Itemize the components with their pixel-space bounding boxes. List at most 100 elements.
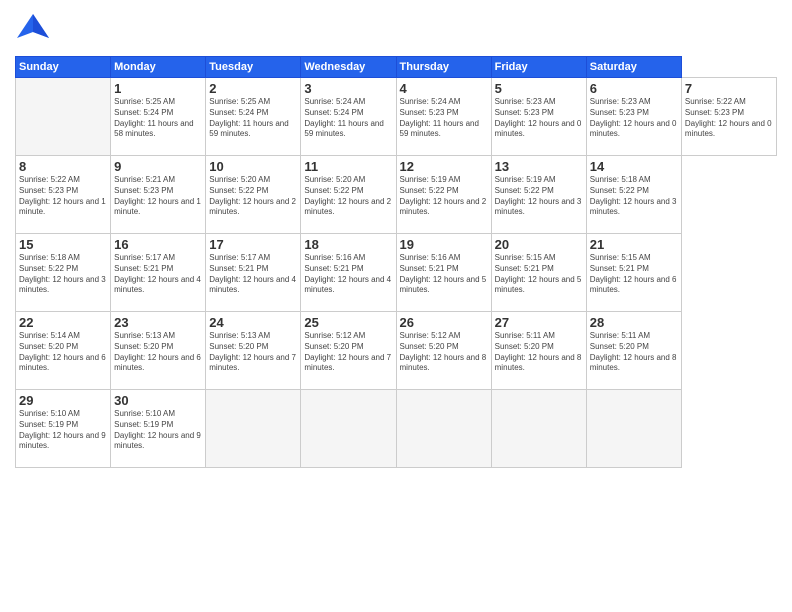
day-cell: 18Sunrise: 5:16 AMSunset: 5:21 PMDayligh… — [301, 234, 396, 312]
week-row-4: 22Sunrise: 5:14 AMSunset: 5:20 PMDayligh… — [16, 312, 777, 390]
day-cell — [301, 390, 396, 468]
day-number: 3 — [304, 81, 392, 96]
day-info: Sunrise: 5:22 AMSunset: 5:23 PMDaylight:… — [19, 175, 107, 218]
day-info: Sunrise: 5:25 AMSunset: 5:24 PMDaylight:… — [209, 97, 297, 140]
day-info: Sunrise: 5:13 AMSunset: 5:20 PMDaylight:… — [209, 331, 297, 374]
day-number: 23 — [114, 315, 202, 330]
day-cell: 10Sunrise: 5:20 AMSunset: 5:22 PMDayligh… — [206, 156, 301, 234]
day-cell: 21Sunrise: 5:15 AMSunset: 5:21 PMDayligh… — [586, 234, 681, 312]
day-number: 1 — [114, 81, 202, 96]
day-cell: 30Sunrise: 5:10 AMSunset: 5:19 PMDayligh… — [111, 390, 206, 468]
day-cell: 13Sunrise: 5:19 AMSunset: 5:22 PMDayligh… — [491, 156, 586, 234]
day-cell: 16Sunrise: 5:17 AMSunset: 5:21 PMDayligh… — [111, 234, 206, 312]
week-row-3: 15Sunrise: 5:18 AMSunset: 5:22 PMDayligh… — [16, 234, 777, 312]
day-cell — [206, 390, 301, 468]
logo-icon — [15, 10, 51, 50]
day-info: Sunrise: 5:11 AMSunset: 5:20 PMDaylight:… — [495, 331, 583, 374]
day-cell: 20Sunrise: 5:15 AMSunset: 5:21 PMDayligh… — [491, 234, 586, 312]
day-info: Sunrise: 5:15 AMSunset: 5:21 PMDaylight:… — [590, 253, 678, 296]
day-number: 13 — [495, 159, 583, 174]
day-cell: 28Sunrise: 5:11 AMSunset: 5:20 PMDayligh… — [586, 312, 681, 390]
column-header-monday: Monday — [111, 57, 206, 78]
day-cell: 26Sunrise: 5:12 AMSunset: 5:20 PMDayligh… — [396, 312, 491, 390]
day-cell: 19Sunrise: 5:16 AMSunset: 5:21 PMDayligh… — [396, 234, 491, 312]
day-cell: 22Sunrise: 5:14 AMSunset: 5:20 PMDayligh… — [16, 312, 111, 390]
day-info: Sunrise: 5:22 AMSunset: 5:23 PMDaylight:… — [685, 97, 773, 140]
day-cell — [586, 390, 681, 468]
day-cell: 12Sunrise: 5:19 AMSunset: 5:22 PMDayligh… — [396, 156, 491, 234]
calendar-table: SundayMondayTuesdayWednesdayThursdayFrid… — [15, 56, 777, 468]
day-info: Sunrise: 5:11 AMSunset: 5:20 PMDaylight:… — [590, 331, 678, 374]
day-info: Sunrise: 5:18 AMSunset: 5:22 PMDaylight:… — [19, 253, 107, 296]
day-info: Sunrise: 5:12 AMSunset: 5:20 PMDaylight:… — [400, 331, 488, 374]
day-number: 9 — [114, 159, 202, 174]
day-info: Sunrise: 5:13 AMSunset: 5:20 PMDaylight:… — [114, 331, 202, 374]
day-cell — [16, 78, 111, 156]
day-number: 22 — [19, 315, 107, 330]
day-number: 29 — [19, 393, 107, 408]
day-number: 21 — [590, 237, 678, 252]
day-number: 28 — [590, 315, 678, 330]
day-number: 17 — [209, 237, 297, 252]
day-info: Sunrise: 5:17 AMSunset: 5:21 PMDaylight:… — [114, 253, 202, 296]
header — [15, 10, 777, 50]
day-number: 7 — [685, 81, 773, 96]
day-cell: 29Sunrise: 5:10 AMSunset: 5:19 PMDayligh… — [16, 390, 111, 468]
day-cell: 6Sunrise: 5:23 AMSunset: 5:23 PMDaylight… — [586, 78, 681, 156]
day-cell: 15Sunrise: 5:18 AMSunset: 5:22 PMDayligh… — [16, 234, 111, 312]
day-info: Sunrise: 5:10 AMSunset: 5:19 PMDaylight:… — [114, 409, 202, 452]
day-cell: 3Sunrise: 5:24 AMSunset: 5:24 PMDaylight… — [301, 78, 396, 156]
column-header-tuesday: Tuesday — [206, 57, 301, 78]
week-row-5: 29Sunrise: 5:10 AMSunset: 5:19 PMDayligh… — [16, 390, 777, 468]
day-number: 5 — [495, 81, 583, 96]
logo — [15, 10, 55, 50]
day-cell: 9Sunrise: 5:21 AMSunset: 5:23 PMDaylight… — [111, 156, 206, 234]
day-cell: 24Sunrise: 5:13 AMSunset: 5:20 PMDayligh… — [206, 312, 301, 390]
column-header-friday: Friday — [491, 57, 586, 78]
day-cell: 1Sunrise: 5:25 AMSunset: 5:24 PMDaylight… — [111, 78, 206, 156]
week-row-1: 1Sunrise: 5:25 AMSunset: 5:24 PMDaylight… — [16, 78, 777, 156]
day-info: Sunrise: 5:24 AMSunset: 5:23 PMDaylight:… — [400, 97, 488, 140]
day-cell: 14Sunrise: 5:18 AMSunset: 5:22 PMDayligh… — [586, 156, 681, 234]
day-number: 2 — [209, 81, 297, 96]
day-number: 27 — [495, 315, 583, 330]
column-header-wednesday: Wednesday — [301, 57, 396, 78]
day-cell: 25Sunrise: 5:12 AMSunset: 5:20 PMDayligh… — [301, 312, 396, 390]
day-cell: 17Sunrise: 5:17 AMSunset: 5:21 PMDayligh… — [206, 234, 301, 312]
day-number: 12 — [400, 159, 488, 174]
day-number: 24 — [209, 315, 297, 330]
day-info: Sunrise: 5:20 AMSunset: 5:22 PMDaylight:… — [304, 175, 392, 218]
day-number: 11 — [304, 159, 392, 174]
column-header-thursday: Thursday — [396, 57, 491, 78]
day-cell — [491, 390, 586, 468]
day-cell: 7Sunrise: 5:22 AMSunset: 5:23 PMDaylight… — [681, 78, 776, 156]
day-info: Sunrise: 5:25 AMSunset: 5:24 PMDaylight:… — [114, 97, 202, 140]
day-cell: 2Sunrise: 5:25 AMSunset: 5:24 PMDaylight… — [206, 78, 301, 156]
day-number: 14 — [590, 159, 678, 174]
day-number: 8 — [19, 159, 107, 174]
day-number: 25 — [304, 315, 392, 330]
day-info: Sunrise: 5:24 AMSunset: 5:24 PMDaylight:… — [304, 97, 392, 140]
day-info: Sunrise: 5:18 AMSunset: 5:22 PMDaylight:… — [590, 175, 678, 218]
day-info: Sunrise: 5:19 AMSunset: 5:22 PMDaylight:… — [495, 175, 583, 218]
column-header-sunday: Sunday — [16, 57, 111, 78]
day-info: Sunrise: 5:10 AMSunset: 5:19 PMDaylight:… — [19, 409, 107, 452]
day-info: Sunrise: 5:14 AMSunset: 5:20 PMDaylight:… — [19, 331, 107, 374]
day-info: Sunrise: 5:21 AMSunset: 5:23 PMDaylight:… — [114, 175, 202, 218]
day-number: 20 — [495, 237, 583, 252]
day-cell: 4Sunrise: 5:24 AMSunset: 5:23 PMDaylight… — [396, 78, 491, 156]
day-info: Sunrise: 5:19 AMSunset: 5:22 PMDaylight:… — [400, 175, 488, 218]
day-number: 16 — [114, 237, 202, 252]
day-info: Sunrise: 5:15 AMSunset: 5:21 PMDaylight:… — [495, 253, 583, 296]
day-number: 19 — [400, 237, 488, 252]
column-header-saturday: Saturday — [586, 57, 681, 78]
calendar-page: SundayMondayTuesdayWednesdayThursdayFrid… — [0, 0, 792, 612]
day-cell: 27Sunrise: 5:11 AMSunset: 5:20 PMDayligh… — [491, 312, 586, 390]
day-info: Sunrise: 5:16 AMSunset: 5:21 PMDaylight:… — [304, 253, 392, 296]
day-cell: 11Sunrise: 5:20 AMSunset: 5:22 PMDayligh… — [301, 156, 396, 234]
day-cell: 23Sunrise: 5:13 AMSunset: 5:20 PMDayligh… — [111, 312, 206, 390]
day-cell: 8Sunrise: 5:22 AMSunset: 5:23 PMDaylight… — [16, 156, 111, 234]
day-cell — [396, 390, 491, 468]
day-number: 18 — [304, 237, 392, 252]
day-number: 15 — [19, 237, 107, 252]
